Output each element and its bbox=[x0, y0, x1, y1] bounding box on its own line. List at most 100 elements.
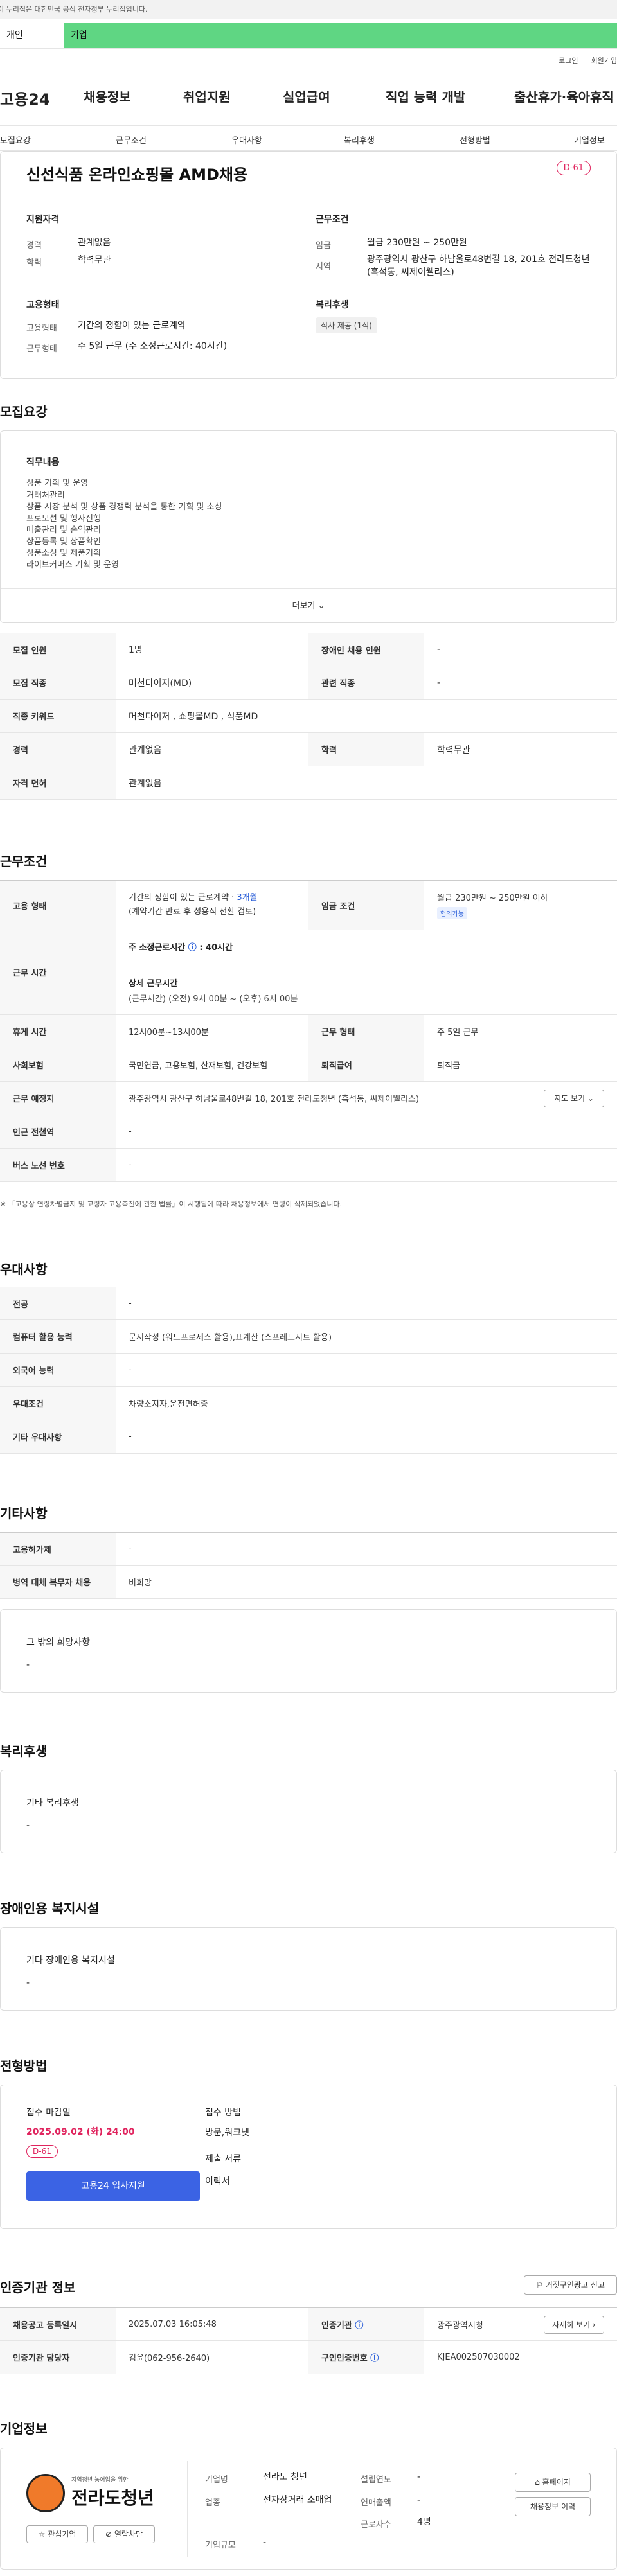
apply-button[interactable]: 고용24 입사지원 bbox=[26, 2171, 200, 2201]
row-header: 장애인 채용 인원 bbox=[308, 633, 424, 666]
table-row: 인증기관 담당자 김윤(062-956-2640) 구인인증번호 ⓘ KJEA0… bbox=[0, 2341, 617, 2374]
global-nav: 고용24 채용정보 취업지원 실업급여 직업 능력 개발 출산휴가·육아휴직 bbox=[0, 87, 617, 112]
block-button[interactable]: ⊘ 열람차단 bbox=[93, 2525, 155, 2543]
map-button[interactable]: 지도 보기 ⌄ bbox=[544, 1090, 604, 1107]
dday-badge: D-61 bbox=[26, 2145, 58, 2158]
nav-jobs[interactable]: 채용정보 bbox=[84, 87, 131, 105]
job-history-button[interactable]: 채용정보 이력 bbox=[515, 2497, 591, 2516]
row-value: 기간의 정함이 있는 근로계약 · 3개월 (계약기간 만료 후 성용직 전환 … bbox=[116, 881, 308, 930]
welfare-box: 기타 복리후생 - bbox=[0, 1770, 617, 1853]
year-value: - bbox=[417, 2472, 421, 2482]
table-row: 외국어 능력 - bbox=[0, 1354, 617, 1387]
flag-icon: ⚐ bbox=[536, 2280, 543, 2289]
row-value: - bbox=[437, 644, 441, 655]
table-row: 채용공고 등록일시 2025.07.03 16:05:48 인증기관 ⓘ 광주광… bbox=[0, 2307, 617, 2341]
chevron-right-icon: › bbox=[593, 2320, 596, 2329]
welfare-heading: 복리후생 bbox=[0, 1743, 48, 1759]
report-button[interactable]: ⚐ 거짓구인광고 신고 bbox=[524, 2275, 617, 2295]
nav-unemployment-benefit[interactable]: 실업급여 bbox=[283, 87, 330, 105]
detail-hours: (근무시간) (오전) 9시 00분 ~ (오후) 6시 00분 bbox=[129, 994, 298, 1004]
homepage-button[interactable]: ⌂ 홈페이지 bbox=[515, 2473, 591, 2492]
row-header: 근무 예정지 bbox=[0, 1082, 116, 1115]
table-row: 휴게 시간 12시00분~13시00분 근무 형태 주 5일 근무 bbox=[0, 1015, 617, 1048]
utility-menu: 로그인 회원가입 bbox=[546, 55, 617, 66]
work-value: 주 5일 근무 (주 소정근로시간: 40시간) bbox=[78, 341, 228, 351]
name-value: 전라도 청년 bbox=[263, 2472, 307, 2482]
chevron-down-icon: ⌄ bbox=[587, 1094, 594, 1103]
lnb-preference[interactable]: 우대사항 bbox=[231, 134, 262, 146]
process-card: 접수 마감일 2025.09.02 (화) 24:00 D-61 고용24 입사… bbox=[0, 2085, 617, 2229]
nav-employment-support[interactable]: 취업지원 bbox=[183, 87, 231, 105]
table-row: 고용 형태 기간의 정함이 있는 근로계약 · 3개월 (계약기간 만료 후 성… bbox=[0, 880, 617, 930]
row-header: 버스 노선 번호 bbox=[0, 1149, 116, 1181]
type-label: 고용형태 bbox=[26, 300, 60, 310]
duty-label: 직무내용 bbox=[26, 457, 60, 468]
job-title: 신선식품 온라인쇼핑몰 AMD채용 bbox=[26, 166, 248, 184]
row-header: 인증기관 ⓘ bbox=[308, 2308, 424, 2340]
row-value: - bbox=[129, 1160, 132, 1170]
career-value: 관계없음 bbox=[78, 238, 111, 248]
lnb-condition[interactable]: 근무조건 bbox=[116, 134, 147, 146]
size-value: - bbox=[263, 2537, 267, 2548]
disability-box-label: 기타 장애인용 복지시설 bbox=[26, 1955, 115, 1966]
size-key: 기업규모 bbox=[205, 2541, 236, 2550]
table-row: 근무 예정지 광주광역시 광산구 하남울로48번길 18, 201호 전라도청년… bbox=[0, 1082, 617, 1115]
tab-personal[interactable]: 개인 bbox=[0, 23, 64, 48]
info-icon[interactable]: ⓘ bbox=[355, 2318, 363, 2331]
cert-heading: 인증기관 정보 bbox=[0, 2280, 76, 2295]
age-notice: ※ 「고용상 연령차별금지 및 고령자 고용촉진에 관한 법률」이 시행됨에 따… bbox=[0, 1200, 343, 1208]
emp-text: 기간의 정함이 있는 근로계약 · bbox=[129, 893, 237, 903]
row-value: 관계없음 bbox=[129, 778, 162, 789]
tab-company[interactable]: 기업 bbox=[64, 23, 617, 48]
nav-parental-leave[interactable]: 출산휴가·육아휴직 bbox=[514, 87, 614, 105]
job-summary-card: 신선식품 온라인쇼핑몰 AMD채용 D-61 지원자격 경력 관계없음 학력 학… bbox=[0, 151, 617, 379]
lnb-welfare[interactable]: 복리후생 bbox=[344, 134, 375, 146]
docs-value: 이력서 bbox=[205, 2176, 230, 2187]
lnb-company[interactable]: 기업정보 bbox=[574, 134, 605, 146]
emp-month: 3개월 bbox=[237, 893, 258, 903]
table-row: 전공 - bbox=[0, 1287, 617, 1320]
site-logo[interactable]: 고용24 bbox=[0, 87, 50, 109]
detail-button[interactable]: 자세히 보기 › bbox=[544, 2316, 604, 2334]
logo-emblem-icon bbox=[26, 2474, 65, 2512]
weekly-hours: 주 소정근로시간 ⓘ : 40시간 bbox=[129, 943, 233, 953]
signup-link[interactable]: 회원가입 bbox=[591, 57, 617, 65]
company-logo: 지역청년 농어업을 위한 전라도청년 bbox=[26, 2473, 161, 2514]
row-header: 인근 전철역 bbox=[0, 1115, 116, 1148]
info-icon[interactable]: ⓘ bbox=[188, 943, 197, 953]
table-row: 고용허가제 - bbox=[0, 1532, 617, 1566]
row-value: 비희망 bbox=[129, 1578, 152, 1588]
lnb-recruit[interactable]: 모집요강 bbox=[0, 134, 31, 146]
nav-vocational-training[interactable]: 직업 능력 개발 bbox=[386, 87, 465, 105]
row-value: 12시00분~13시00분 bbox=[129, 1028, 209, 1037]
process-heading: 전형방법 bbox=[0, 2058, 48, 2074]
interest-button[interactable]: ☆ 관심기업 bbox=[26, 2525, 88, 2543]
row-value: 국민연금, 고용보험, 산재보험, 건강보험 bbox=[129, 1061, 268, 1071]
row-value: 머천다이저(MD) bbox=[129, 678, 192, 689]
disability-box: 기타 장애인용 복지시설 - bbox=[0, 1927, 617, 2011]
condition-heading: 근무조건 bbox=[0, 854, 48, 869]
duty-item: 프로모션 및 행사진행 bbox=[26, 514, 101, 524]
row-header: 관련 직종 bbox=[308, 666, 424, 699]
wage-value: 월급 230만원 ~ 250만원 bbox=[367, 238, 467, 248]
table-row: 컴퓨터 활용 능력 문서작성 (워드프로세스 활용),표계산 (스프레드시트 활… bbox=[0, 1320, 617, 1354]
row-value: - bbox=[129, 1544, 132, 1554]
more-button[interactable]: 더보기 ⌄ bbox=[1, 588, 616, 623]
table-row: 버스 노선 번호 - bbox=[0, 1149, 617, 1182]
info-icon[interactable]: ⓘ bbox=[370, 2351, 379, 2363]
row-header: 모집 직종 bbox=[0, 666, 116, 699]
home-icon: ⌂ bbox=[535, 2478, 540, 2487]
welfare-box-value: - bbox=[26, 1821, 30, 1831]
company-heading: 기업정보 bbox=[0, 2421, 48, 2437]
etc-box: 그 밖의 희망사항 - bbox=[0, 1609, 617, 1693]
row-value: - bbox=[437, 677, 441, 688]
row-value: 관계없음 bbox=[129, 745, 162, 755]
row-header: 컴퓨터 활용 능력 bbox=[0, 1320, 116, 1353]
emp-key: 고용형태 bbox=[26, 324, 57, 333]
lnb-process[interactable]: 전형방법 bbox=[460, 134, 490, 146]
name-key: 기업명 bbox=[205, 2475, 228, 2485]
career-key: 경력 bbox=[26, 241, 42, 251]
table-row: 모집 직종 머천다이저(MD) 관련 직종 - bbox=[0, 666, 617, 700]
login-link[interactable]: 로그인 bbox=[559, 57, 578, 65]
edu-key: 학력 bbox=[26, 258, 42, 268]
